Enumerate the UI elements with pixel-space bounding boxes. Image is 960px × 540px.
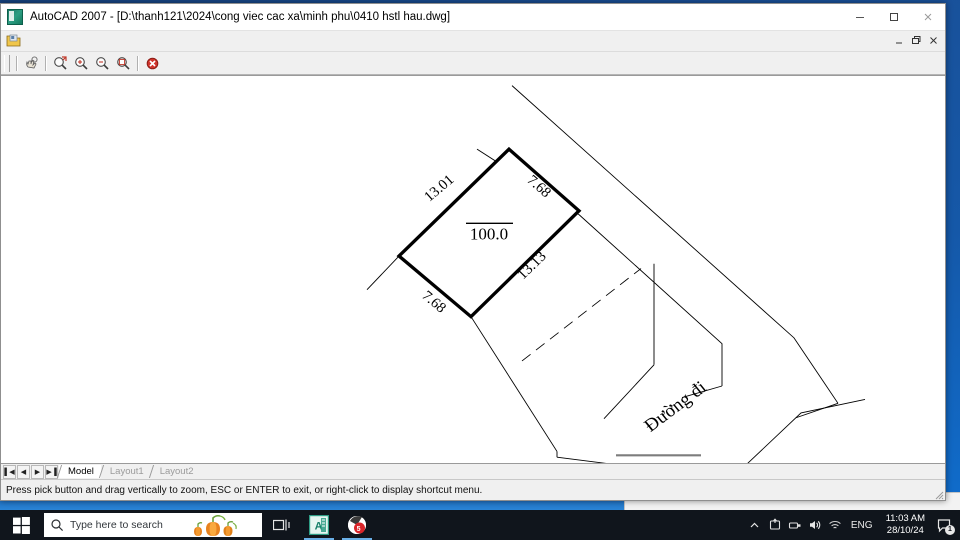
notification-center-icon[interactable]: 1 (932, 510, 958, 540)
window-minimize-button[interactable] (843, 5, 877, 30)
mdi-restore-button[interactable] (909, 33, 924, 48)
search-icon (44, 518, 70, 532)
layout-tabs-bar: ▌◀ ◀ ▶ ▶▐ Model Layout1 Layout2 (1, 463, 945, 479)
autocad-logo-icon (7, 9, 23, 25)
windows-start-icon[interactable] (0, 510, 42, 540)
system-tray: ENG 11:03 AM 28/10/24 1 (745, 510, 960, 540)
menu-bar-row (1, 31, 945, 52)
tab-layout2[interactable]: Layout2 (151, 465, 201, 478)
pumpkins-icon (188, 513, 262, 537)
mdi-window-controls (892, 33, 941, 48)
pan-realtime-icon[interactable] (22, 54, 41, 73)
window-title: AutoCAD 2007 - [D:\thanh121\2024\cong vi… (30, 11, 451, 23)
zoom-window-icon[interactable] (72, 54, 91, 73)
language-indicator[interactable]: ENG (845, 520, 879, 531)
usb-eject-icon[interactable] (785, 510, 805, 540)
zoom-previous-icon[interactable] (93, 54, 112, 73)
clock-date: 28/10/24 (886, 525, 924, 536)
window-titlebar[interactable]: AutoCAD 2007 - [D:\thanh121\2024\cong vi… (1, 4, 945, 31)
task-view-icon[interactable] (262, 510, 300, 540)
parcel-area-label: 100.0 (470, 225, 508, 244)
window-close-button[interactable] (911, 5, 945, 30)
search-input[interactable]: Type here to search (44, 513, 262, 537)
desktop: AutoCAD 2007 - [D:\thanh121\2024\cong vi… (0, 0, 960, 540)
autocad-taskbar-icon[interactable]: A (300, 510, 338, 540)
toolbar-separator-3 (137, 55, 139, 71)
cad-drawing-svg: 100.0 13.01 7.68 13.13 7.68 Đường đi (1, 76, 945, 463)
svg-text:5: 5 (357, 526, 361, 533)
cancel-icon[interactable] (143, 54, 162, 73)
document-icon (6, 34, 21, 48)
clock-time: 11:03 AM (885, 513, 925, 524)
drawing-canvas[interactable]: 100.0 13.01 7.68 13.13 7.68 Đường đi (1, 75, 945, 463)
window-resize-grip[interactable] (932, 487, 944, 500)
zoom-extents-icon[interactable] (114, 54, 133, 73)
zoom-realtime-icon[interactable] (51, 54, 70, 73)
volume-icon[interactable] (805, 510, 825, 540)
tab-nav-last-button[interactable]: ▶▐ (45, 464, 58, 479)
windows-taskbar: Type here to search A 5 ENG 11:03 AM 28/… (0, 510, 960, 540)
zoom-toolbar (1, 52, 945, 75)
tab-nav-next-button[interactable]: ▶ (31, 464, 44, 479)
mdi-close-button[interactable] (926, 33, 941, 48)
show-hidden-icons-chevron[interactable] (745, 510, 765, 540)
autocad-window: AutoCAD 2007 - [D:\thanh121\2024\cong vi… (0, 3, 946, 501)
window-maximize-button[interactable] (877, 5, 911, 30)
toolbar-separator (16, 55, 18, 71)
toolbar-grip[interactable] (4, 54, 10, 72)
toolbar-separator-2 (45, 55, 47, 71)
taskbar-clock[interactable]: 11:03 AM 28/10/24 (879, 513, 932, 537)
pdf-reader-taskbar-icon[interactable]: 5 (338, 510, 376, 540)
notification-badge: 1 (945, 525, 955, 535)
tab-nav-prev-button[interactable]: ◀ (17, 464, 30, 479)
command-line-status[interactable]: Press pick button and drag vertically to… (1, 479, 945, 500)
device-icon[interactable] (765, 510, 785, 540)
tab-model[interactable]: Model (59, 465, 101, 478)
network-icon[interactable] (825, 510, 845, 540)
tab-layout1[interactable]: Layout1 (101, 465, 151, 478)
mdi-minimize-button[interactable] (892, 33, 907, 48)
tab-nav-first-button[interactable]: ▌◀ (3, 464, 16, 479)
